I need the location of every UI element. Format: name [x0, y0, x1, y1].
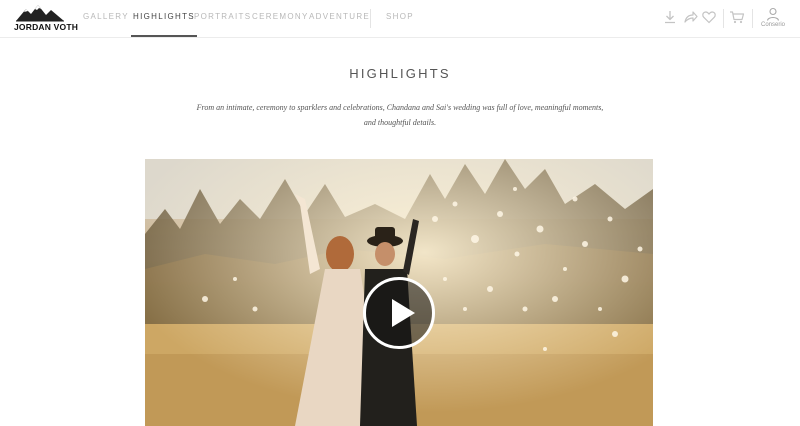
nav-item-gallery[interactable]: GALLERY — [83, 0, 129, 36]
heart-icon[interactable] — [701, 9, 717, 25]
top-navigation-bar: JORDAN VOTH GALLERY HIGHLIGHTS PORTRAITS… — [0, 0, 800, 38]
download-icon[interactable] — [662, 9, 678, 25]
nav-divider — [370, 9, 371, 28]
cart-icon[interactable] — [729, 9, 745, 25]
share-icon[interactable] — [683, 9, 699, 25]
nav-item-ceremony[interactable]: CEREMONY — [252, 0, 309, 36]
highlight-video[interactable] — [145, 159, 653, 426]
account-button[interactable]: Conserio — [758, 7, 788, 33]
brand-logo[interactable]: JORDAN VOTH — [14, 3, 79, 33]
user-icon — [766, 7, 780, 21]
nav-item-highlights[interactable]: HIGHLIGHTS — [131, 0, 197, 37]
toolbar-divider — [723, 9, 724, 28]
page-title: HIGHLIGHTS — [349, 66, 451, 81]
mountain-logo-icon — [16, 5, 64, 22]
nav-item-shop[interactable]: SHOP — [386, 0, 414, 36]
toolbar-divider — [752, 9, 753, 28]
nav-item-portraits[interactable]: PORTRAITS — [194, 0, 251, 36]
play-button[interactable] — [363, 277, 435, 349]
play-icon — [392, 299, 415, 327]
nav-item-adventure[interactable]: ADVENTURE — [309, 0, 370, 36]
account-label: Conserio — [760, 22, 785, 28]
gallery-description: From an intimate, ceremony to sparklers … — [196, 103, 604, 127]
brand-logo-text: JORDAN VOTH — [14, 22, 79, 32]
